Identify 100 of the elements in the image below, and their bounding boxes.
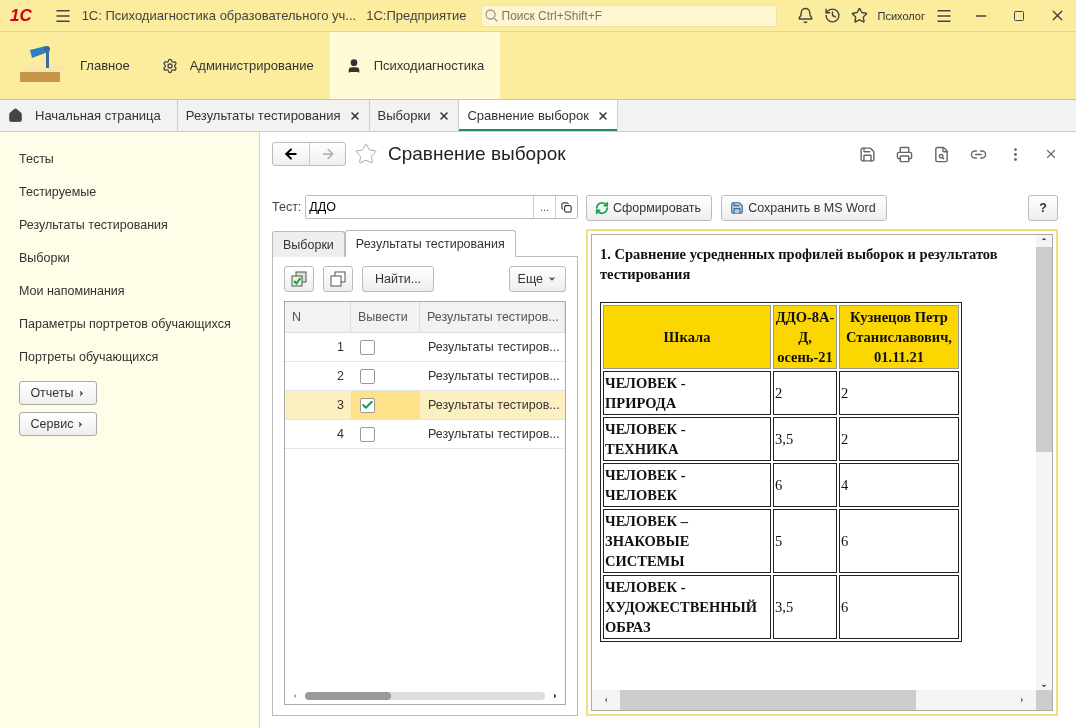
- report-cell: 3,5: [773, 575, 837, 639]
- report-cell: 5: [773, 509, 837, 573]
- report-cell: 2: [839, 371, 959, 415]
- window-title: 1С: Психодиагностика образовательного уч...: [81, 8, 357, 23]
- report-cell: 6: [839, 575, 959, 639]
- checkbox[interactable]: [360, 426, 375, 442]
- report-column-header: Кузнецов Петр Станиславович, 01.11.21: [839, 305, 959, 369]
- sidebar-item[interactable]: Результаты тестирования: [19, 216, 259, 249]
- sidebar-item[interactable]: Портреты обучающихся: [19, 348, 259, 381]
- section-tab[interactable]: Главное: [0, 32, 146, 99]
- report-cell: ЧЕЛОВЕК - ЧЕЛОВЕК: [603, 463, 771, 507]
- refresh-icon: [595, 201, 609, 215]
- open-tab[interactable]: Результаты тестирования: [177, 100, 370, 131]
- sidebar-item[interactable]: Тестируемые: [19, 183, 259, 216]
- report-cell: ЧЕЛОВЕК - ХУДОЖЕСТВЕННЫЙ ОБРАЗ: [603, 575, 771, 639]
- report-cell: 6: [839, 509, 959, 573]
- floppy-icon: [730, 201, 745, 215]
- find-button[interactable]: Найти...: [362, 266, 435, 292]
- checkbox[interactable]: [360, 368, 375, 384]
- sidebar-button[interactable]: Отчеты: [19, 381, 97, 405]
- gear-icon: [161, 57, 178, 74]
- close-tab-icon[interactable]: [348, 109, 361, 122]
- form-tab[interactable]: Результаты тестирования: [344, 230, 516, 257]
- sidebar-button[interactable]: Сервис: [19, 412, 97, 436]
- scroll-right-icon: [551, 692, 559, 700]
- save-word-button[interactable]: Сохранить в MS Word: [721, 195, 887, 221]
- help-button[interactable]: ?: [1028, 195, 1058, 221]
- table-cell-text: Результаты тестиров...: [427, 397, 561, 414]
- save-icon[interactable]: [859, 145, 876, 163]
- table-cell-text: Результаты тестиров...: [427, 368, 561, 385]
- sidebar-item[interactable]: Параметры портретов обучающихся: [19, 315, 259, 348]
- app-name: 1С:Предприятие: [366, 8, 467, 23]
- close-form-icon[interactable]: [1044, 147, 1058, 161]
- search-field[interactable]: Поиск Ctrl+Shift+F: [480, 4, 777, 27]
- open-tab[interactable]: Начальная страница: [0, 100, 178, 131]
- generate-button[interactable]: Сформировать: [586, 195, 713, 221]
- report-cell: 2: [773, 371, 837, 415]
- check-all-button[interactable]: [284, 266, 314, 292]
- table-row[interactable]: 3 Результаты тестиров...: [285, 391, 565, 420]
- table-cell-text: Результаты тестиров...: [427, 339, 561, 356]
- open-tab[interactable]: Сравнение выборок: [459, 100, 618, 131]
- scrollbar-corner: [1036, 690, 1052, 710]
- sidebar-item[interactable]: Выборки: [19, 249, 259, 282]
- open-window-icon: [561, 201, 572, 213]
- bell-icon[interactable]: [796, 7, 814, 24]
- section-tab[interactable]: Психодиагностика: [329, 32, 501, 99]
- report-column-header: Шкала: [603, 305, 771, 369]
- caret-icon: [547, 274, 557, 284]
- check-icon: [361, 398, 374, 412]
- favorite-star-icon[interactable]: [354, 142, 378, 166]
- report-column-header: ДДО-8А-Д, осень-21: [773, 305, 837, 369]
- open-button[interactable]: [555, 196, 577, 218]
- sidebar-item[interactable]: Тесты: [19, 150, 259, 183]
- app-logo[interactable]: 1С: [10, 5, 44, 26]
- scroll-right-icon: [1018, 696, 1026, 704]
- copies-icon: [330, 271, 346, 287]
- column-header[interactable]: Вывести: [351, 302, 420, 332]
- table-cell-text: 3: [336, 397, 345, 414]
- home-icon: [8, 108, 23, 123]
- sidebar-item[interactable]: Мои напоминания: [19, 282, 259, 315]
- checkbox[interactable]: [360, 397, 375, 413]
- star-icon[interactable]: [850, 7, 868, 24]
- scroll-up-icon: [1040, 235, 1048, 243]
- report-cell: ЧЕЛОВЕК - ТЕХНИКА: [603, 417, 771, 461]
- form-tab[interactable]: Выборки: [272, 231, 345, 257]
- report-cell: 6: [773, 463, 837, 507]
- history-icon[interactable]: [823, 7, 841, 24]
- field-label: Тест:: [272, 200, 302, 214]
- scroll-left-icon: [602, 696, 610, 704]
- more-button[interactable]: Еще: [508, 266, 566, 292]
- report-cell: 2: [839, 417, 959, 461]
- report-cell: ЧЕЛОВЕК – ЗНАКОВЫЕ СИСТЕМЫ: [603, 509, 771, 573]
- column-header[interactable]: Результаты тестиров...: [420, 302, 565, 332]
- report-cell: ЧЕЛОВЕК - ПРИРОДА: [603, 371, 771, 415]
- report-cell: 3,5: [773, 417, 837, 461]
- column-header[interactable]: N: [285, 302, 351, 332]
- vertical-scrollbar[interactable]: [1036, 235, 1052, 690]
- uncheck-all-button[interactable]: [323, 266, 353, 292]
- table-cell-text: 1: [336, 339, 345, 356]
- close-tab-icon[interactable]: [596, 109, 609, 122]
- form-title: Сравнение выборок: [388, 143, 566, 165]
- arrow-left-icon: [283, 146, 299, 162]
- report-horizontal-scrollbar[interactable]: [592, 690, 1036, 710]
- report-heading: 1. Сравнение усредненных профилей выборок и результатов тестирования: [600, 245, 999, 284]
- test-field[interactable]: ДДО ...: [305, 195, 578, 219]
- table-cell-text: 2: [336, 368, 345, 385]
- print-icon[interactable]: [896, 145, 913, 163]
- user-name[interactable]: Психолог: [877, 9, 925, 22]
- table-cell-text: Результаты тестиров...: [427, 426, 561, 443]
- scroll-left-icon: [291, 692, 299, 700]
- scroll-down-icon: [1040, 682, 1048, 690]
- checkbox[interactable]: [360, 339, 375, 355]
- checked-copies-icon: [291, 271, 307, 287]
- navigation-buttons[interactable]: [272, 142, 346, 166]
- report-cell: 4: [839, 463, 959, 507]
- section-tab[interactable]: Администрирование: [145, 32, 330, 99]
- maximize-icon[interactable]: [1013, 9, 1025, 22]
- table-cell-text: 4: [336, 426, 345, 443]
- preview-icon[interactable]: [933, 145, 950, 163]
- close-tab-icon[interactable]: [438, 109, 451, 122]
